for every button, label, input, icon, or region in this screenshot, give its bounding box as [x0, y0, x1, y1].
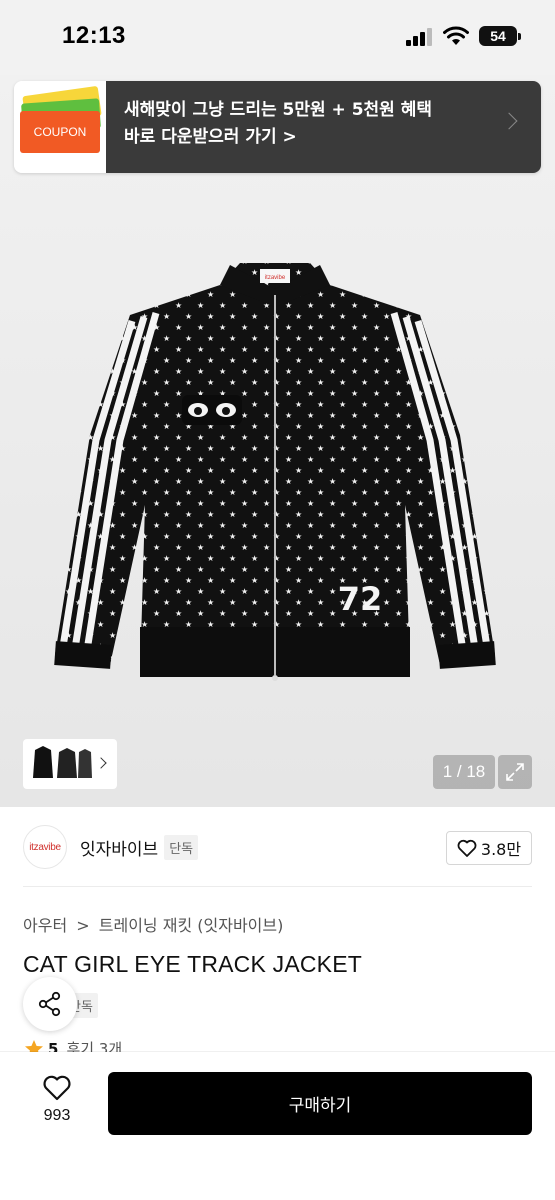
cellular-signal-icon — [406, 28, 432, 46]
brand-like-count: 3.8만 — [480, 840, 522, 859]
product-image: ★ ★ itzavibe 72 — [54, 263, 496, 681]
brand-logo[interactable]: itzavibe — [23, 825, 67, 869]
image-page-counter: 1 / 18 — [433, 755, 495, 789]
breadcrumb-separator: > — [76, 916, 90, 935]
share-icon — [38, 991, 61, 1017]
breadcrumb: 아우터 > 트레이닝 재킷 (잇자바이브) — [23, 912, 287, 936]
brand-exclusive-badge: 단독 — [164, 834, 199, 860]
divider — [23, 886, 532, 887]
wifi-icon — [443, 26, 469, 45]
brand-row: itzavibe 잇자바이브 단독 3.8만 — [23, 822, 532, 872]
thumbnail-strip[interactable] — [23, 739, 117, 789]
wishlist-button[interactable]: 993 — [20, 1074, 94, 1134]
share-button[interactable] — [23, 977, 77, 1031]
breadcrumb-subcategory[interactable]: 트레이닝 재킷 (잇자바이브) — [99, 916, 284, 935]
product-title: CAT GIRL EYE TRACK JACKET — [23, 951, 363, 977]
bottom-action-bar: 993 구매하기 — [0, 1052, 555, 1200]
coupon-headline: 새해맞이 그냥 드리는 5만원 + 5천원 혜택 — [124, 100, 433, 120]
buy-button[interactable]: 구매하기 — [108, 1072, 532, 1135]
brand-name[interactable]: 잇자바이브 — [80, 835, 158, 860]
thumbnail-images — [30, 746, 92, 778]
heart-icon — [43, 1075, 71, 1101]
coupon-icon-label: COUPON — [20, 111, 100, 153]
coupon-ticket-icon: COUPON — [14, 81, 106, 173]
product-gallery[interactable]: COUPON 새해맞이 그냥 드리는 5만원 + 5천원 혜택 바로 다운받으러… — [0, 75, 555, 807]
jersey-number: 72 — [338, 580, 383, 618]
brand-like-button[interactable]: 3.8만 — [446, 831, 532, 865]
battery-icon: 54 — [479, 26, 521, 46]
collar-tag-text: itzavibe — [265, 275, 286, 281]
coupon-text: 새해맞이 그냥 드리는 5만원 + 5천원 혜택 바로 다운받으러 가기 > — [106, 81, 541, 173]
status-bar: 12:13 54 — [0, 0, 555, 75]
status-time: 12:13 — [62, 22, 126, 49]
wishlist-count: 993 — [43, 1107, 71, 1124]
coupon-banner[interactable]: COUPON 새해맞이 그냥 드리는 5만원 + 5천원 혜택 바로 다운받으러… — [14, 81, 541, 173]
breadcrumb-category[interactable]: 아우터 — [23, 916, 67, 935]
heart-icon — [457, 839, 477, 857]
coupon-cta: 바로 다운받으러 가기 > — [124, 127, 297, 147]
expand-image-button[interactable] — [498, 755, 532, 789]
chevron-right-icon — [95, 757, 107, 769]
expand-icon — [506, 763, 524, 781]
